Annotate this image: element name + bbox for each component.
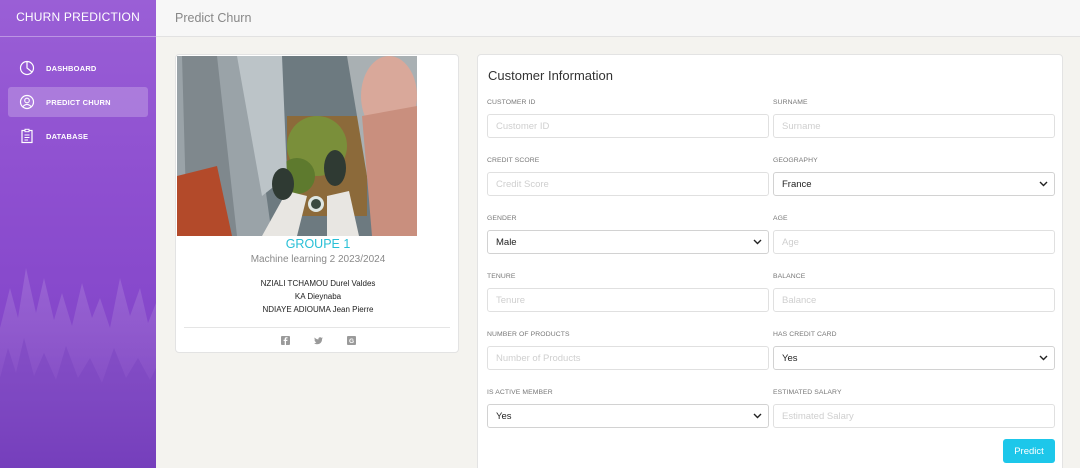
chevron-down-icon (753, 411, 762, 422)
sidebar: CHURN PREDICTION DASHBOARD PREDICT CHURN… (0, 0, 156, 468)
field-label: ESTIMATED SALARY (773, 389, 842, 396)
chevron-down-icon (1039, 353, 1048, 364)
member-name: NDIAYE ADIOUMA Jean Pierre (262, 305, 374, 314)
chevron-down-icon (753, 237, 762, 248)
forest-background-image (0, 268, 156, 468)
form-title: Customer Information (488, 68, 613, 83)
social-links: G (176, 335, 460, 346)
twitter-icon[interactable] (313, 335, 324, 346)
num-products-group: NUMBER OF PRODUCTS (487, 331, 769, 370)
field-label: AGE (773, 215, 788, 222)
facebook-icon[interactable] (280, 335, 291, 346)
group-title: GROUPE 1 (285, 237, 351, 251)
sidebar-item-database[interactable]: DATABASE (8, 121, 148, 151)
top-navbar: Predict Churn (156, 0, 1080, 37)
app-title[interactable]: CHURN PREDICTION (0, 0, 156, 37)
num-products-input[interactable] (487, 346, 769, 370)
svg-text:G: G (348, 338, 353, 345)
field-label: CREDIT SCORE (487, 157, 540, 164)
sidebar-item-predict-churn[interactable]: PREDICT CHURN (8, 87, 148, 117)
has-credit-card-group: HAS CREDIT CARD Yes (773, 331, 1055, 370)
selected-value: France (782, 178, 812, 190)
sidebar-item-dashboard[interactable]: DASHBOARD (8, 53, 148, 83)
divider (184, 327, 450, 328)
group-subtitle: Machine learning 2 2023/2024 (250, 254, 386, 265)
field-label: SURNAME (773, 99, 808, 106)
customer-id-group: CUSTOMER ID (487, 99, 769, 138)
gender-select[interactable]: Male (487, 230, 769, 254)
credit-score-input[interactable] (487, 172, 769, 196)
member-name: KA Dieynaba (294, 292, 342, 301)
field-label: TENURE (487, 273, 516, 280)
age-group: AGE (773, 215, 1055, 254)
user-circle-icon (18, 93, 36, 111)
cover-photo (177, 56, 417, 236)
customer-form-card: Customer Information CUSTOMER ID SURNAME… (477, 54, 1063, 468)
field-label: GENDER (487, 215, 517, 222)
tenure-input[interactable] (487, 288, 769, 312)
field-label: GEOGRAPHY (773, 157, 818, 164)
geography-group: GEOGRAPHY France (773, 157, 1055, 196)
surname-group: SURNAME (773, 99, 1055, 138)
clipboard-icon (18, 127, 36, 145)
field-label: HAS CREDIT CARD (773, 331, 837, 338)
profile-card: GROUPE 1 Machine learning 2 2023/2024 NZ… (175, 54, 459, 353)
gender-group: GENDER Male (487, 215, 769, 254)
sidebar-item-label: DASHBOARD (46, 63, 97, 73)
field-label: IS ACTIVE MEMBER (487, 389, 553, 396)
selected-value: Male (496, 236, 517, 248)
predict-button[interactable]: Predict (1003, 439, 1055, 463)
field-label: BALANCE (773, 273, 806, 280)
has-credit-card-select[interactable]: Yes (773, 346, 1055, 370)
credit-score-group: CREDIT SCORE (487, 157, 769, 196)
sidebar-item-label: PREDICT CHURN (46, 97, 111, 107)
selected-value: Yes (782, 352, 798, 364)
field-label: CUSTOMER ID (487, 99, 536, 106)
sidebar-nav: DASHBOARD PREDICT CHURN DATABASE (0, 37, 156, 151)
is-active-member-select[interactable]: Yes (487, 404, 769, 428)
surname-input[interactable] (773, 114, 1055, 138)
selected-value: Yes (496, 410, 512, 422)
is-active-member-group: IS ACTIVE MEMBER Yes (487, 389, 769, 428)
sidebar-item-label: DATABASE (46, 131, 89, 141)
tenure-group: TENURE (487, 273, 769, 312)
field-label: NUMBER OF PRODUCTS (487, 331, 570, 338)
pie-chart-icon (18, 59, 36, 77)
member-name: NZIALI TCHAMOU Durel Valdes (260, 279, 376, 288)
member-list: NZIALI TCHAMOU Durel Valdes KA Dieynaba … (176, 277, 460, 316)
page-title[interactable]: Predict Churn (175, 11, 251, 25)
google-plus-icon[interactable]: G (346, 335, 357, 346)
geography-select[interactable]: France (773, 172, 1055, 196)
customer-id-input[interactable] (487, 114, 769, 138)
balance-input[interactable] (773, 288, 1055, 312)
estimated-salary-group: ESTIMATED SALARY (773, 389, 1055, 428)
balance-group: BALANCE (773, 273, 1055, 312)
estimated-salary-input[interactable] (773, 404, 1055, 428)
age-input[interactable] (773, 230, 1055, 254)
chevron-down-icon (1039, 179, 1048, 190)
